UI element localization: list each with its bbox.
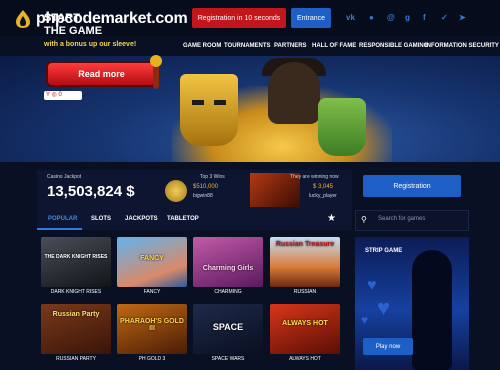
heart-icon: ♥ (377, 295, 391, 320)
nav-partners[interactable]: PARTNERS (274, 43, 307, 53)
game-tile-russian-party[interactable]: Russian Party (41, 304, 111, 354)
hero-title: START THE GAME (44, 12, 103, 37)
twitter-icon[interactable]: ✓ (441, 13, 448, 22)
tab-tabletop[interactable]: TABLETOP (167, 216, 199, 222)
green-mask-image (318, 98, 366, 156)
favorites-star-icon[interactable]: ★ (327, 213, 336, 224)
game-label[interactable]: PH GOLD 3 (117, 356, 187, 362)
top3-amount: $510,000 (193, 184, 219, 190)
top3-user: bigwin88 (193, 193, 213, 199)
heart-icon: ♥ (367, 277, 377, 294)
search-icon: ⚲ (361, 215, 367, 224)
google-plus-icon[interactable]: g (405, 13, 410, 22)
registration-button[interactable]: Registration (363, 175, 461, 197)
facebook-icon[interactable]: f (423, 13, 426, 22)
jackpot-value: 13,503,824 $ (47, 183, 135, 200)
entrance-button[interactable]: Entrance (291, 8, 331, 28)
game-tile-space-wars[interactable]: SPACE (193, 304, 263, 354)
mail-ru-icon[interactable]: @ (387, 13, 395, 22)
game-tile-always-hot[interactable]: ALWAYS HOT (270, 304, 340, 354)
telegram-icon[interactable]: ➤ (459, 13, 466, 22)
game-label[interactable]: ALWAYS HOT (270, 356, 340, 362)
top3-label: Top 3 Wins (200, 174, 225, 180)
pirate-image (268, 62, 320, 124)
game-tile-russian[interactable]: Russian Treasure (270, 237, 340, 287)
odnoklassniki-icon[interactable]: ● (369, 13, 374, 22)
winning-now-user: lucky_player (309, 193, 337, 199)
nav-hall-of-fame[interactable]: HALL OF FAME (312, 43, 356, 53)
promo-title: STRIP GAME (365, 248, 403, 254)
game-label[interactable]: FANCY (117, 289, 187, 295)
game-label[interactable]: CHARMING (193, 289, 263, 295)
game-label[interactable]: RUSSIAN (270, 289, 340, 295)
lever-knob-icon (150, 55, 162, 67)
nav-game-room[interactable]: GAME ROOM (183, 43, 221, 53)
tab-popular[interactable]: POPULAR (48, 216, 77, 222)
game-label[interactable]: RUSSIAN PARTY (41, 356, 111, 362)
woman-silhouette-image (412, 250, 452, 370)
winning-now-amount: $ 3,045 (313, 184, 334, 190)
game-tile-dark-knight[interactable]: THE DARK KNIGHT RISES (41, 237, 111, 287)
game-label[interactable]: SPACE WARS (193, 356, 263, 362)
tab-jackpots[interactable]: JACKPOTS (125, 216, 158, 222)
hero-subtitle: with a bonus up our sleeve! (44, 41, 137, 48)
search-placeholder: Search for games (378, 216, 426, 222)
active-tab-indicator (37, 228, 82, 230)
register-quick-button[interactable]: Registration in 10 seconds (192, 8, 286, 28)
vk-icon[interactable]: vk (346, 13, 355, 22)
game-tile-ph-gold-3[interactable]: PHARAOH'S GOLD III (117, 304, 187, 354)
nav-responsible-gaming[interactable]: RESPONSIBLE GAMING (359, 43, 428, 53)
game-tile-fancy[interactable]: FANCY (117, 237, 187, 287)
heart-icon: ♥ (361, 313, 369, 327)
nav-information-security[interactable]: INFORMATION SECURITY (425, 43, 499, 53)
nav-tournaments[interactable]: TOURNAMENTS (224, 43, 271, 53)
hero-badges: Y ◎ 0 (44, 91, 82, 100)
play-now-button[interactable]: Play now (363, 338, 413, 355)
game-label[interactable]: DARK KNIGHT RISES (41, 289, 111, 295)
winning-now-label: They are winning now (290, 174, 339, 180)
jackpot-label: Casino Jackpot (47, 174, 82, 180)
logo-flame-icon (16, 10, 30, 28)
trophy-icon (165, 180, 187, 202)
tab-slots[interactable]: SLOTS (91, 216, 111, 222)
golden-mask-image (180, 74, 238, 146)
game-tile-charming[interactable]: Charming Girls (193, 237, 263, 287)
read-more-button[interactable]: Read more (48, 63, 155, 85)
